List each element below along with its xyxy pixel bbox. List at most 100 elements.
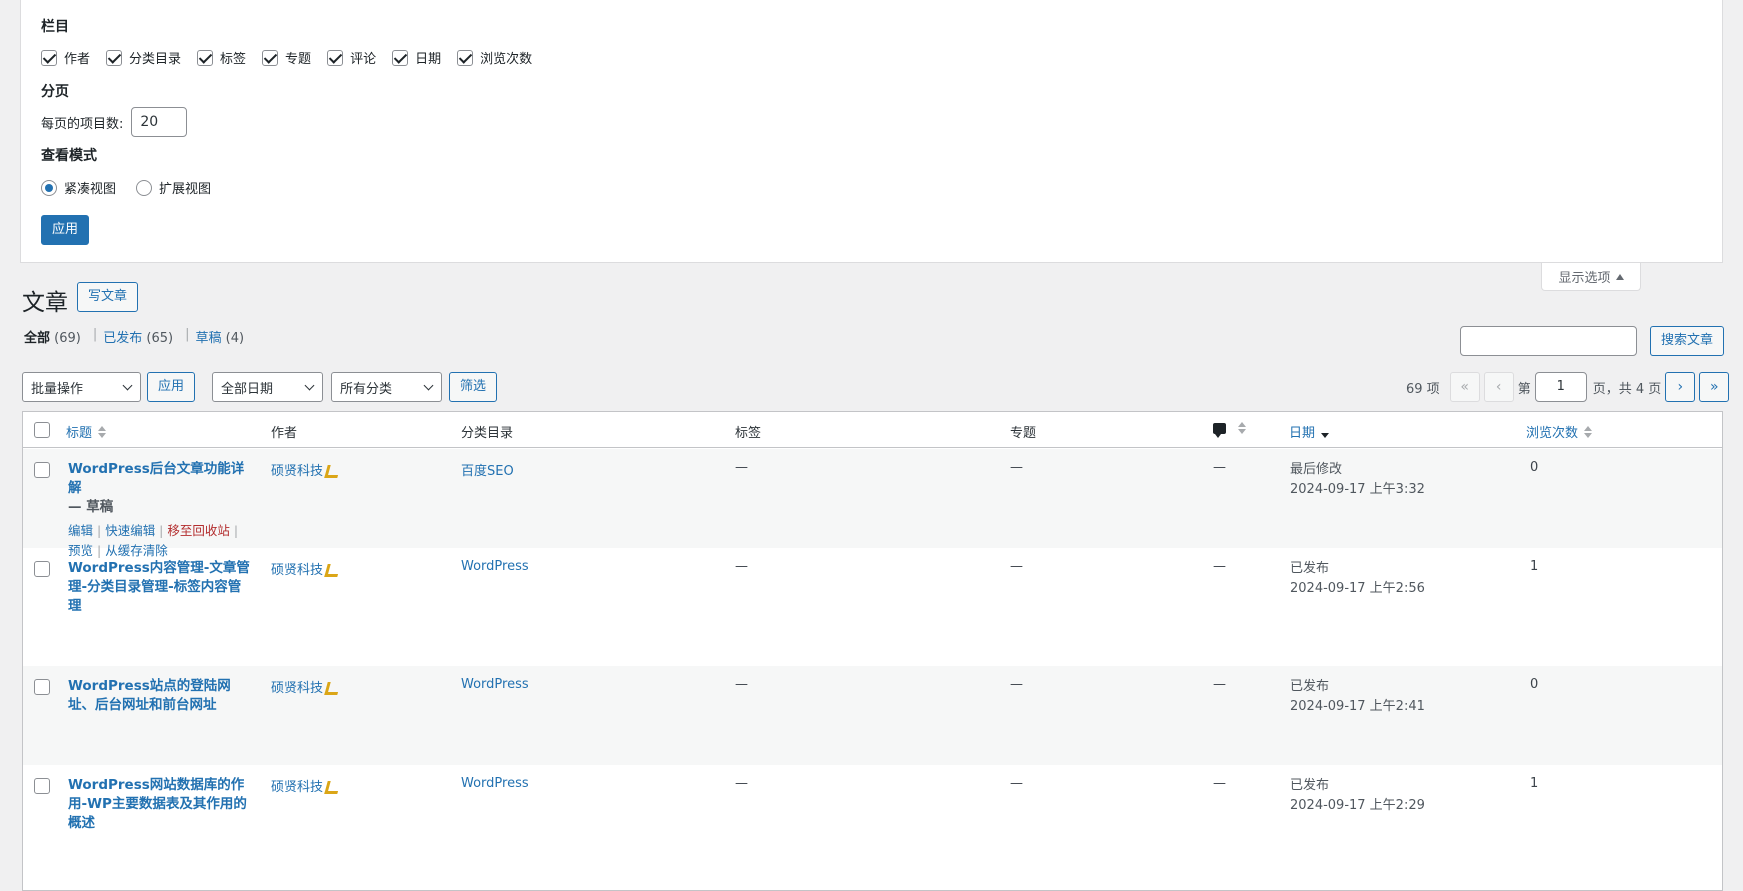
posts-table: 标题 作者 分类目录 标签 专题 日期 浏览次数 WordPress后台文章功能… xyxy=(22,411,1723,891)
screen-options-toggle[interactable]: 显示选项 xyxy=(1541,263,1641,291)
column-toggle-topics[interactable]: 专题 xyxy=(262,48,311,67)
view-mode-heading: 查看模式 xyxy=(41,148,97,164)
author-link[interactable]: 硕贤科技 xyxy=(271,776,338,795)
apply-screen-options-button[interactable]: 应用 xyxy=(41,215,90,245)
view-mode-options: 紧凑视图 扩展视图 xyxy=(41,178,227,197)
last-page-button[interactable]: » xyxy=(1699,372,1730,402)
column-toggle-views[interactable]: 浏览次数 xyxy=(457,48,532,67)
category-link[interactable]: 百度SEO xyxy=(461,460,514,479)
bulk-action-select[interactable]: 批量操作 xyxy=(22,372,141,402)
author-link[interactable]: 硕贤科技 xyxy=(271,677,338,696)
category-link[interactable]: WordPress xyxy=(461,677,529,692)
topics-cell: — xyxy=(1010,776,1023,791)
chevron-down-icon xyxy=(423,380,434,391)
category-filter-select[interactable]: 所有分类 xyxy=(331,372,442,402)
per-page-input[interactable] xyxy=(131,107,188,137)
next-page-button[interactable]: › xyxy=(1665,372,1696,402)
view-mode-extended[interactable]: 扩展视图 xyxy=(136,178,211,197)
table-header: 标题 作者 分类目录 标签 专题 日期 浏览次数 xyxy=(23,412,1722,448)
filter-drafts[interactable]: 草稿 (4) xyxy=(195,327,244,346)
tags-cell: — xyxy=(735,559,748,574)
topics-cell: — xyxy=(1010,559,1023,574)
sort-icon xyxy=(98,425,107,438)
add-new-post-button[interactable]: 写文章 xyxy=(77,282,139,312)
post-title-link[interactable]: WordPress后台文章功能详解 — 草稿 xyxy=(68,460,253,517)
post-title-link[interactable]: WordPress内容管理-文章管理-分类目录管理-标签内容管理 xyxy=(68,559,253,616)
current-page-input[interactable]: 1 xyxy=(1534,372,1587,402)
verified-badge-icon xyxy=(326,780,338,792)
post-title-link[interactable]: WordPress网站数据库的作用-WP主要数据表及其作用的概述 xyxy=(68,776,253,833)
header-title[interactable]: 标题 xyxy=(66,422,107,441)
table-row: WordPress站点的登陆网址、后台网址和前台网址 硕贤科技 WordPres… xyxy=(23,666,1722,765)
page-prefix: 第 xyxy=(1517,381,1531,397)
views-cell: 0 xyxy=(1530,677,1539,692)
views-cell: 1 xyxy=(1530,559,1539,574)
checkbox[interactable] xyxy=(197,49,214,66)
header-categories: 分类目录 xyxy=(461,426,514,441)
quick-edit-link[interactable]: 快速编辑 xyxy=(105,523,155,538)
checkbox[interactable] xyxy=(327,49,344,66)
item-count: 69 项 xyxy=(1406,381,1440,397)
bulk-apply-button[interactable]: 应用 xyxy=(147,372,196,402)
verified-badge-icon xyxy=(326,681,338,693)
header-comments[interactable] xyxy=(1213,422,1246,438)
header-views[interactable]: 浏览次数 xyxy=(1526,422,1593,441)
header-topics: 专题 xyxy=(1010,426,1037,441)
row-checkbox[interactable] xyxy=(34,679,50,695)
checkbox[interactable] xyxy=(392,49,409,66)
topics-cell: — xyxy=(1010,677,1023,692)
comments-cell: — xyxy=(1213,460,1226,475)
search-posts-button[interactable]: 搜索文章 xyxy=(1650,326,1725,356)
view-mode-compact[interactable]: 紧凑视图 xyxy=(41,178,116,197)
table-row: WordPress网站数据库的作用-WP主要数据表及其作用的概述 硕贤科技 Wo… xyxy=(23,765,1722,885)
checkbox[interactable] xyxy=(457,49,474,66)
row-checkbox[interactable] xyxy=(34,462,50,478)
per-page-row: 每页的项目数: xyxy=(41,107,188,137)
row-checkbox[interactable] xyxy=(34,778,50,794)
author-link[interactable]: 硕贤科技 xyxy=(271,559,338,578)
trash-link[interactable]: 移至回收站 xyxy=(167,523,230,538)
columns-options: 作者 分类目录 标签 专题 评论 日期 浏览次数 xyxy=(41,48,548,67)
author-link[interactable]: 硕贤科技 xyxy=(271,460,338,479)
comments-cell: — xyxy=(1213,559,1226,574)
comment-icon xyxy=(1213,422,1226,438)
views-cell: 1 xyxy=(1530,776,1539,791)
checkbox[interactable] xyxy=(41,49,57,66)
column-toggle-tags[interactable]: 标签 xyxy=(197,48,246,67)
column-toggle-comments[interactable]: 评论 xyxy=(327,48,376,67)
post-title-link[interactable]: WordPress站点的登陆网址、后台网址和前台网址 xyxy=(68,677,253,715)
category-link[interactable]: WordPress xyxy=(461,559,529,574)
date-cell: 最后修改 2024-09-17 上午3:32 xyxy=(1290,462,1425,497)
category-link[interactable]: WordPress xyxy=(461,776,529,791)
search-input[interactable] xyxy=(1460,326,1637,356)
tags-cell: — xyxy=(735,776,748,791)
prev-page-button[interactable]: ‹ xyxy=(1483,372,1514,402)
column-toggle-date[interactable]: 日期 xyxy=(392,48,441,67)
chevron-down-icon xyxy=(122,380,133,391)
page-suffix: 页，共 4 页 xyxy=(1592,381,1662,397)
date-cell: 已发布 2024-09-17 上午2:41 xyxy=(1290,679,1425,714)
table-row: WordPress后台文章功能详解 — 草稿 编辑 | 快速编辑 | 移至回收站 … xyxy=(23,449,1722,558)
page-title: 文章 xyxy=(22,290,68,316)
sort-icon xyxy=(1238,422,1246,434)
chevron-down-icon xyxy=(304,380,315,391)
sort-desc-icon xyxy=(1321,426,1330,438)
comments-cell: — xyxy=(1213,677,1226,692)
verified-badge-icon xyxy=(326,563,338,575)
select-all-checkbox[interactable] xyxy=(34,422,50,438)
filter-published[interactable]: 已发布 (65) xyxy=(103,327,173,346)
header-date[interactable]: 日期 xyxy=(1289,422,1330,441)
date-cell: 已发布 2024-09-17 上午2:29 xyxy=(1290,778,1425,813)
edit-link[interactable]: 编辑 xyxy=(68,523,93,538)
column-toggle-author[interactable]: 作者 xyxy=(41,48,90,67)
filter-button[interactable]: 筛选 xyxy=(449,372,498,402)
date-filter-select[interactable]: 全部日期 xyxy=(212,372,323,402)
radio[interactable] xyxy=(136,179,153,196)
column-toggle-categories[interactable]: 分类目录 xyxy=(106,48,181,67)
first-page-button[interactable]: « xyxy=(1449,372,1480,402)
filter-all[interactable]: 全部 (69) xyxy=(24,327,81,346)
checkbox[interactable] xyxy=(106,49,123,66)
row-checkbox[interactable] xyxy=(34,561,50,577)
checkbox[interactable] xyxy=(262,49,279,66)
radio[interactable] xyxy=(41,179,57,196)
